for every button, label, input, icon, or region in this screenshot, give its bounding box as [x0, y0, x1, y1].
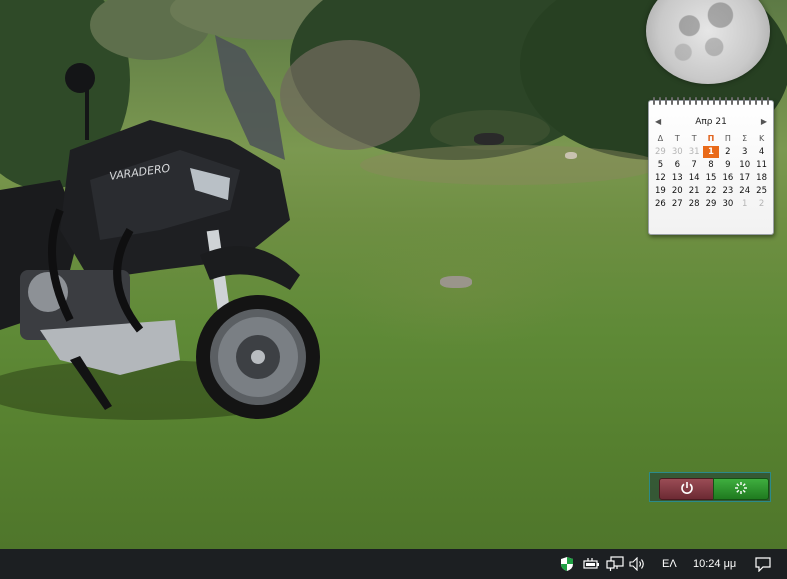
- calendar-weekday-header: Τ: [674, 134, 680, 143]
- calendar-day[interactable]: 26: [652, 198, 669, 210]
- calendar-day[interactable]: 8: [703, 159, 720, 171]
- defender-shield-icon[interactable]: [558, 555, 576, 573]
- calendar-day[interactable]: 17: [736, 172, 753, 184]
- wallpaper-rock: [474, 133, 504, 145]
- calendar-day[interactable]: 28: [686, 198, 703, 210]
- network-icon[interactable]: [606, 555, 624, 573]
- power-icon: [680, 480, 694, 499]
- desktop-wallpaper: VARADERO: [0, 0, 787, 549]
- calendar-day[interactable]: 19: [652, 185, 669, 197]
- calendar-weekday-header: Κ: [758, 134, 765, 143]
- battery-icon[interactable]: [583, 555, 601, 573]
- calendar-day[interactable]: 29: [652, 146, 669, 158]
- calendar-day[interactable]: 25: [753, 185, 770, 197]
- taskbar-clock[interactable]: 10:24 μμ: [693, 549, 736, 579]
- calendar-day[interactable]: 21: [686, 185, 703, 197]
- restart-button[interactable]: [713, 478, 769, 500]
- wallpaper-motorcycle: VARADERO: [0, 35, 320, 419]
- calendar-day[interactable]: 2: [719, 146, 736, 158]
- calendar-day[interactable]: 3: [736, 146, 753, 158]
- calendar-day[interactable]: 12: [652, 172, 669, 184]
- calendar-day[interactable]: 18: [753, 172, 770, 184]
- calendar-day[interactable]: 20: [669, 185, 686, 197]
- calendar-binding-rings: [653, 97, 769, 105]
- calendar-month-title[interactable]: Απρ 21: [649, 115, 773, 129]
- calendar-weekday-header: Σ: [742, 134, 748, 143]
- calendar-day[interactable]: 29: [703, 198, 720, 210]
- action-center-icon[interactable]: [754, 555, 772, 573]
- calendar-weekday-header: Τ: [691, 134, 697, 143]
- calendar-day[interactable]: 7: [686, 159, 703, 171]
- calendar-day[interactable]: 30: [669, 146, 686, 158]
- calendar-weekday-header: Π: [724, 134, 731, 143]
- calendar-day[interactable]: 24: [736, 185, 753, 197]
- shutdown-button[interactable]: [659, 478, 715, 500]
- calendar-day[interactable]: 23: [719, 185, 736, 197]
- input-language-indicator[interactable]: ΕΛ: [662, 549, 677, 579]
- calendar-day[interactable]: 6: [669, 159, 686, 171]
- calendar-day[interactable]: 27: [669, 198, 686, 210]
- calendar-day[interactable]: 1: [736, 198, 753, 210]
- shutdown-gadget: [649, 472, 771, 502]
- calendar-day[interactable]: 9: [719, 159, 736, 171]
- calendar-weekday-header: Δ: [657, 134, 664, 143]
- calendar-day[interactable]: 14: [686, 172, 703, 184]
- restart-icon: [734, 480, 748, 499]
- calendar-next-month-icon[interactable]: ▶: [761, 115, 767, 129]
- wallpaper-rock: [565, 152, 577, 159]
- wallpaper-dirt: [360, 145, 660, 185]
- calendar-day-today[interactable]: 1: [702, 146, 720, 158]
- calendar-day[interactable]: 15: [703, 172, 720, 184]
- calendar-day[interactable]: 30: [719, 198, 736, 210]
- calendar-day[interactable]: 11: [753, 159, 770, 171]
- calendar-day[interactable]: 16: [719, 172, 736, 184]
- taskbar: ΕΛ 10:24 μμ: [0, 549, 787, 579]
- calendar-gadget[interactable]: ◀ Απρ 21 ▶ Δ Τ Τ Π Π Σ Κ 29 30 31 1 2 3 4 5 6 7 8 9 10 11 12 1…: [648, 97, 774, 235]
- calendar-day-grid: Δ Τ Τ Π Π Σ Κ 29 30 31 1 2 3 4 5 6 7 8 9 10 11 12 13 14 15 16 17 18…: [652, 133, 770, 210]
- calendar-day[interactable]: 5: [652, 159, 669, 171]
- calendar-weekday-header: Π: [707, 134, 715, 143]
- volume-icon[interactable]: [629, 555, 647, 573]
- calendar-day[interactable]: 13: [669, 172, 686, 184]
- calendar-day[interactable]: 2: [753, 198, 770, 210]
- calendar-day[interactable]: 31: [686, 146, 703, 158]
- calendar-day[interactable]: 4: [753, 146, 770, 158]
- wallpaper-rock: [440, 276, 472, 288]
- calendar-day[interactable]: 22: [703, 185, 720, 197]
- calendar-day[interactable]: 10: [736, 159, 753, 171]
